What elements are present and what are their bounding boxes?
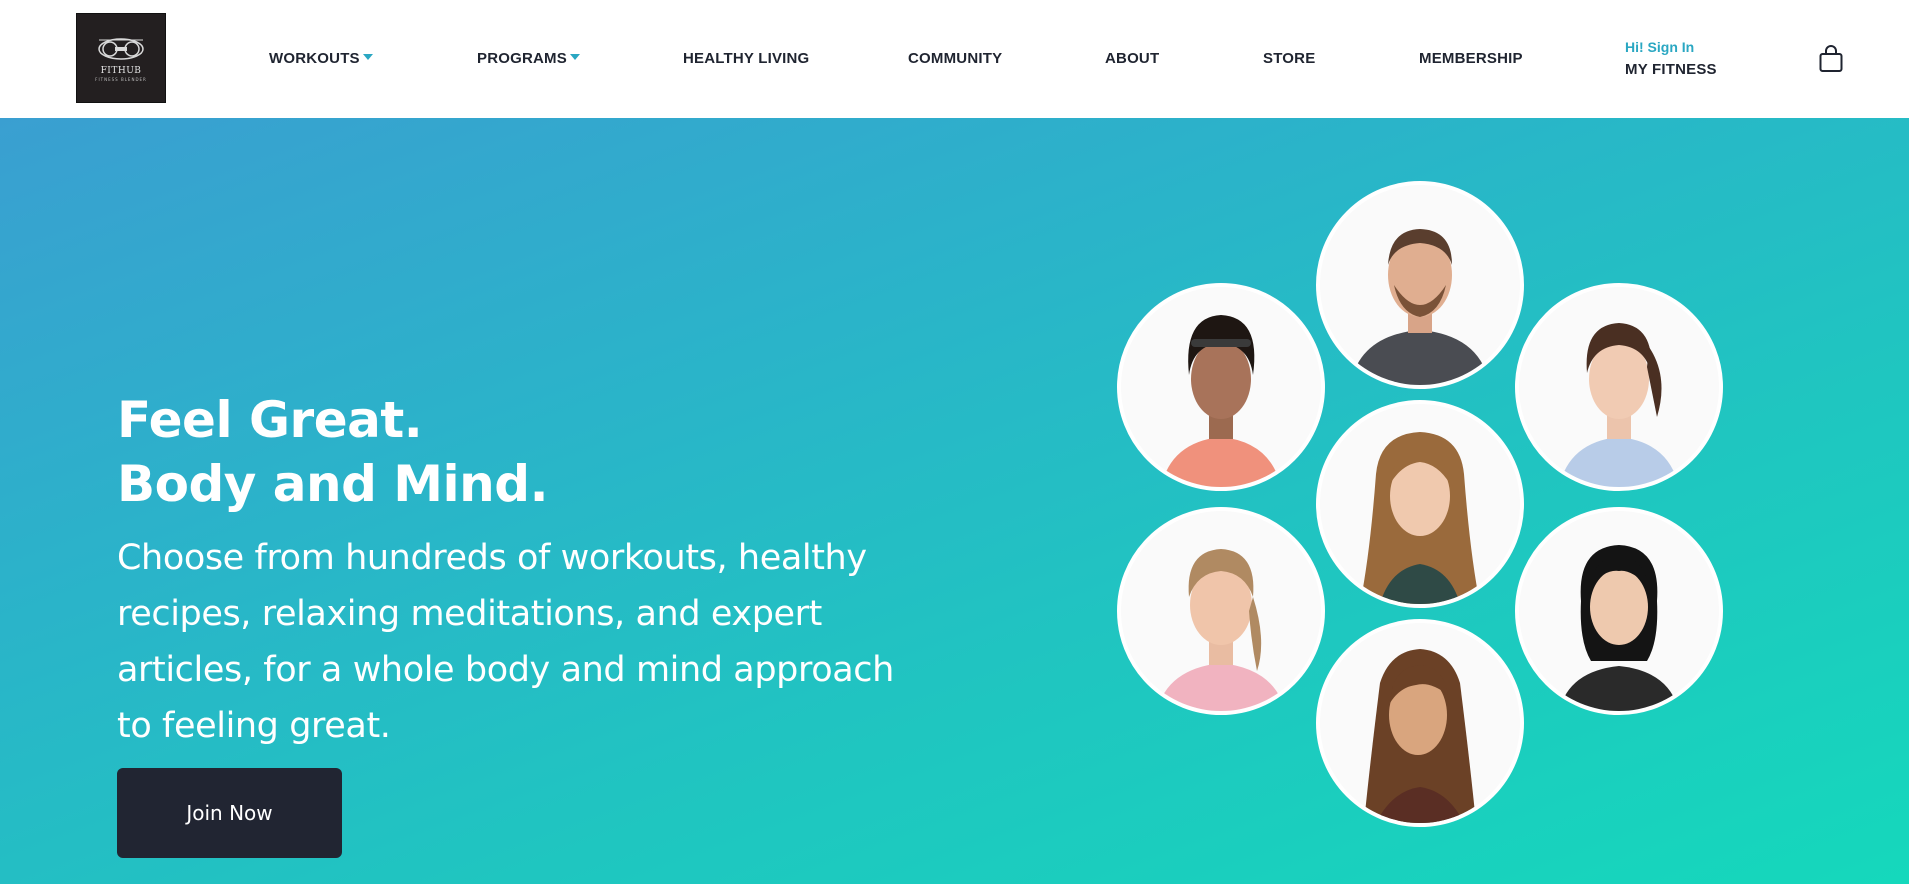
nav-programs-label: PROGRAMS — [477, 50, 567, 67]
nav-store[interactable]: STORE — [1263, 50, 1315, 67]
nav-store-label: STORE — [1263, 50, 1316, 67]
trainer-photo — [1515, 507, 1723, 715]
nav-workouts-label: WORKOUTS — [269, 50, 360, 67]
my-fitness-link[interactable]: MY FITNESS — [1625, 61, 1717, 78]
nav-about-label: ABOUT — [1105, 50, 1160, 67]
trainer-photo — [1117, 283, 1325, 491]
trainer-photo — [1117, 507, 1325, 715]
trainer-photo — [1316, 400, 1524, 608]
nav-community-label: COMMUNITY — [908, 50, 1003, 67]
nav-about[interactable]: ABOUT — [1105, 50, 1159, 67]
nav-membership-label: MEMBERSHIP — [1419, 50, 1523, 67]
site-header: FITHUB FITNESS BLENDER WORKOUTS PROGRAMS… — [0, 0, 1909, 118]
hero-headline: Feel Great. Body and Mind. — [117, 388, 549, 516]
nav-healthy-living[interactable]: HEALTHY LIVING — [683, 50, 809, 67]
trainer-photo — [1316, 181, 1524, 389]
caret-down-icon — [569, 54, 580, 61]
nav-community[interactable]: COMMUNITY — [908, 50, 1002, 67]
nav-programs[interactable]: PROGRAMS — [477, 50, 580, 67]
nav-membership[interactable]: MEMBERSHIP — [1419, 50, 1523, 67]
nav-workouts[interactable]: WORKOUTS — [269, 50, 373, 67]
trainer-photo — [1316, 619, 1524, 827]
headline-line-2: Body and Mind. — [117, 455, 549, 513]
hero-section: Feel Great. Body and Mind. Choose from h… — [0, 118, 1909, 884]
sign-in-link[interactable]: Hi! Sign In — [1625, 39, 1694, 55]
hero-subtext: Choose from hundreds of workouts, health… — [117, 538, 894, 746]
join-now-button[interactable]: Join Now — [117, 768, 342, 858]
trainer-photo — [1515, 283, 1723, 491]
caret-down-icon — [362, 54, 373, 61]
site-logo[interactable]: FITHUB FITNESS BLENDER — [76, 13, 166, 103]
headline-line-1: Feel Great. — [117, 391, 423, 449]
nav-healthy-living-label: HEALTHY LIVING — [683, 50, 810, 67]
shopping-bag-icon[interactable] — [1818, 45, 1844, 73]
logo-tagline: FITNESS BLENDER — [95, 77, 147, 82]
logo-emblem-icon — [98, 38, 144, 60]
logo-name: FITHUB — [100, 66, 142, 76]
